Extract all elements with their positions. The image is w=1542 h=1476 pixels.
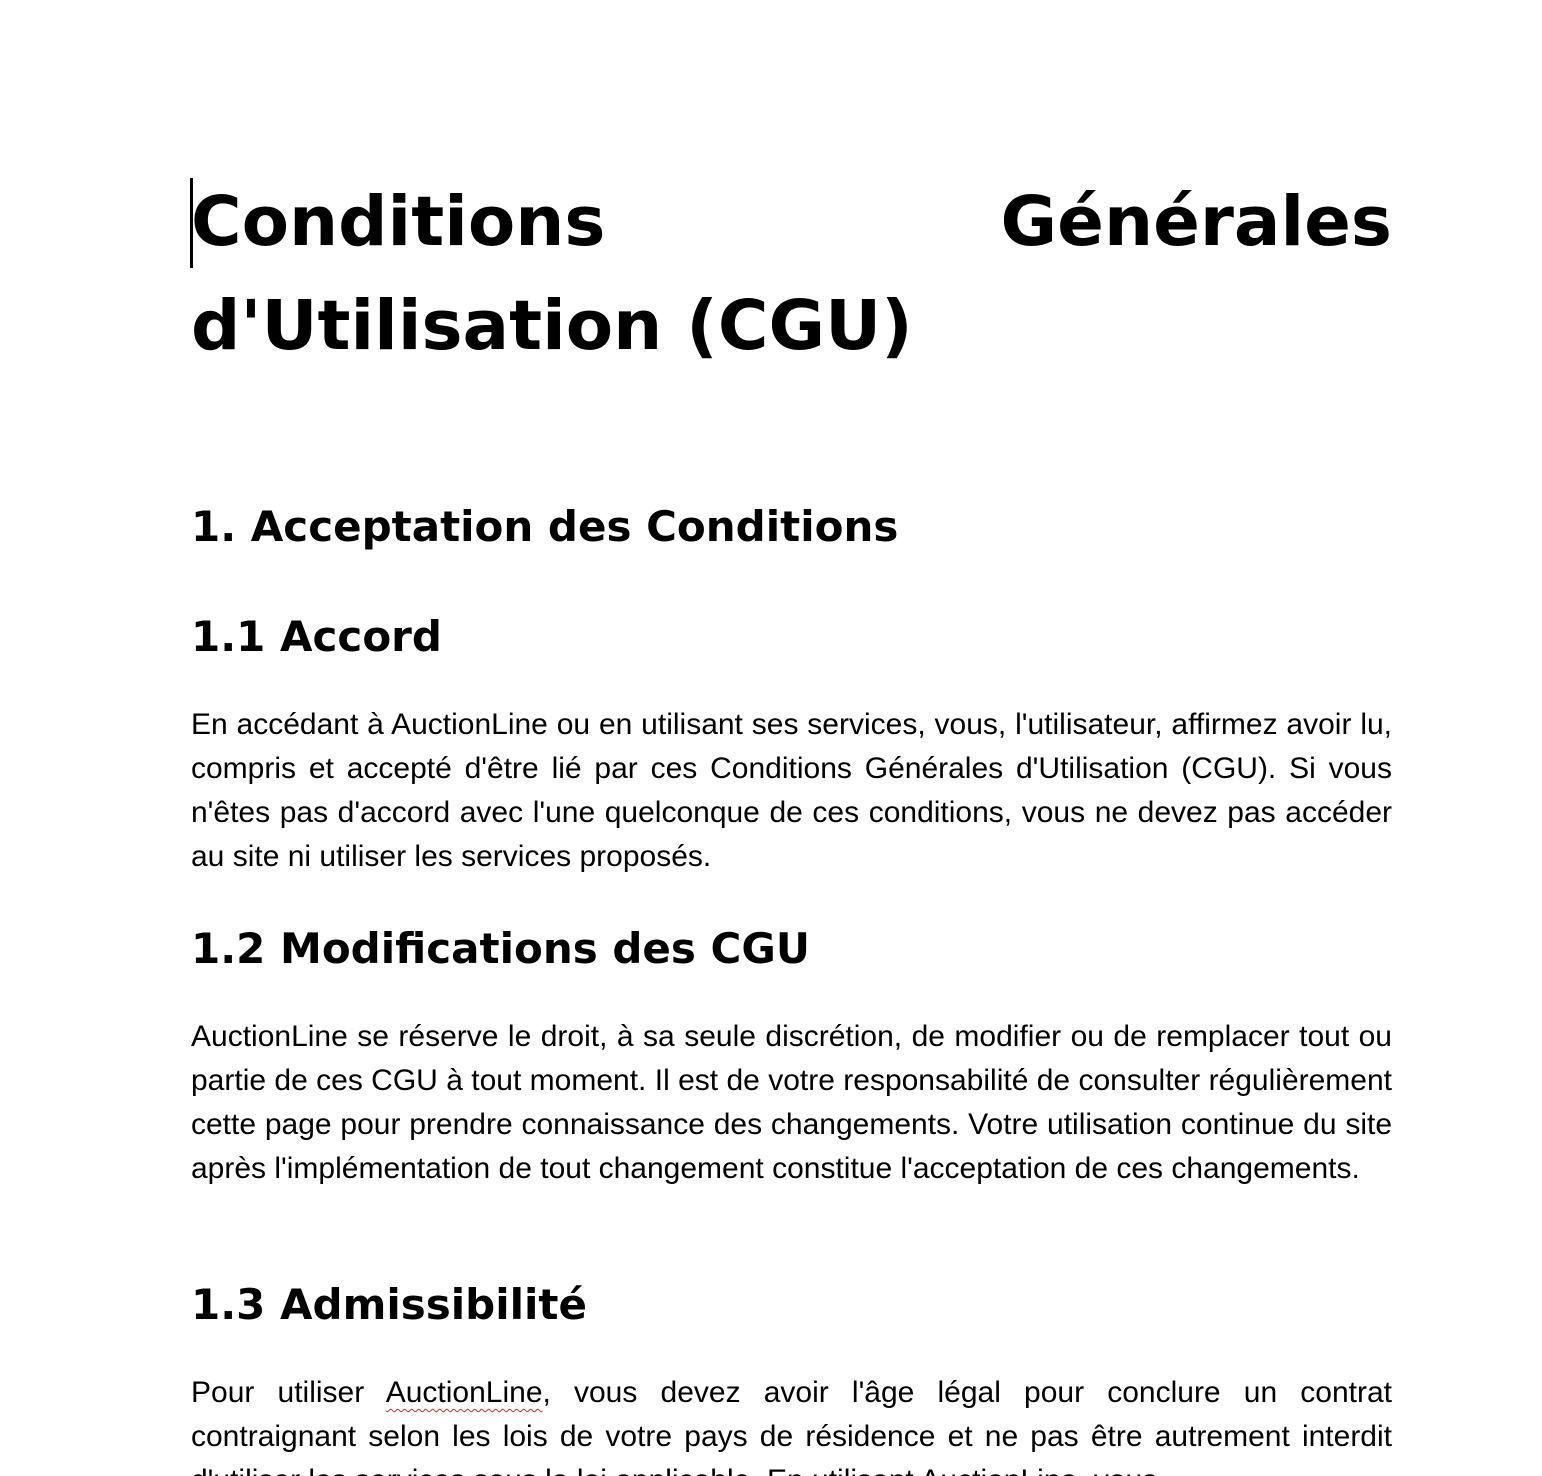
subsection-heading-modifications[interactable]: 1.2 Modifications des CGU: [191, 921, 810, 977]
document-title[interactable]: Conditions Générales d'Utilisation (CGU): [191, 170, 1392, 378]
paragraph-text-start: Pour utiliser: [191, 1376, 386, 1409]
subsection-heading-admissibilite[interactable]: 1.3 Admissibilité: [191, 1277, 587, 1333]
section-heading-acceptation[interactable]: 1. Acceptation des Conditions: [191, 499, 898, 555]
spellcheck-flagged-word[interactable]: AuctionLine: [386, 1376, 543, 1409]
document-page[interactable]: Conditions Générales d'Utilisation (CGU)…: [0, 0, 1542, 1476]
subsection-heading-accord[interactable]: 1.1 Accord: [191, 609, 442, 665]
paragraph-modifications[interactable]: AuctionLine se réserve le droit, à sa se…: [191, 1015, 1392, 1191]
paragraph-admissibilite[interactable]: Pour utiliser AuctionLine, vous devez av…: [191, 1371, 1392, 1476]
paragraph-accord[interactable]: En accédant à AuctionLine ou en utilisan…: [191, 703, 1392, 879]
